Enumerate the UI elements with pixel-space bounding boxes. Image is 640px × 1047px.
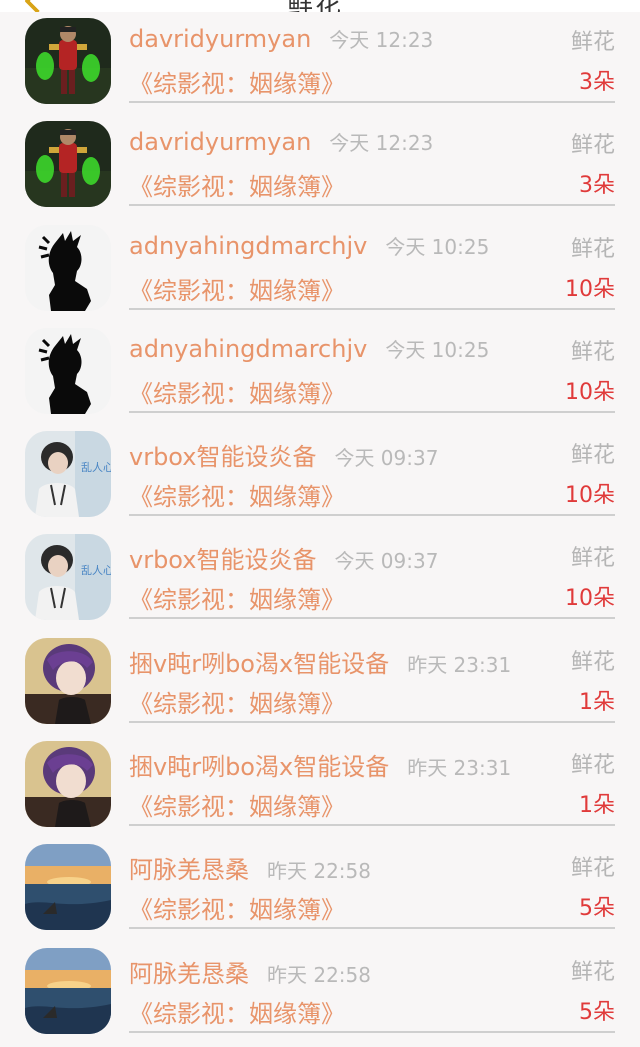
divider xyxy=(129,410,615,413)
divider xyxy=(129,101,615,103)
user-name[interactable]: 捆v盹r咧bo渴x智能设备 昨天 23:31 xyxy=(129,644,511,679)
divider xyxy=(129,307,615,310)
timestamp: 今天 10:25 xyxy=(385,234,490,259)
list-item[interactable]: 乱人心 vrbox智能设炎备 今天 09:37 鲜花 《综影视：姻缘簿》 10朵 xyxy=(0,530,640,633)
avatar[interactable] xyxy=(25,844,111,931)
book-title[interactable]: 《综影视：姻缘簿》 xyxy=(129,890,345,925)
list-item[interactable]: 捆v盹r咧bo渴x智能设备 昨天 23:31 鲜花 《综影视：姻缘簿》 1朵 xyxy=(0,634,640,737)
avatar[interactable] xyxy=(25,637,111,724)
book-title[interactable]: 《综影视：姻缘簿》 xyxy=(129,684,345,719)
list-item[interactable]: 乱人心 vrbox智能设炎备 今天 09:37 鲜花 《综影视：姻缘簿》 10朵 xyxy=(0,427,640,530)
page-title: 鲜花 xyxy=(287,0,343,12)
divider xyxy=(129,514,615,517)
flower-count: 3朵 xyxy=(579,173,615,199)
user-name[interactable]: adnyahingdmarchjv 今天 10:25 xyxy=(129,334,489,363)
gift-type-label: 鲜花 xyxy=(570,339,615,365)
gift-type-label: 鲜花 xyxy=(570,546,615,572)
gift-type-label: 鲜花 xyxy=(570,753,615,779)
avatar[interactable] xyxy=(25,224,111,311)
avatar[interactable]: 乱人心 xyxy=(25,431,111,518)
user-name[interactable]: adnyahingdmarchjv 今天 10:25 xyxy=(129,231,489,260)
back-arrow-icon[interactable] xyxy=(24,0,50,12)
gift-type-label: 鲜花 xyxy=(570,959,615,985)
book-title[interactable]: 《综影视：姻缘簿》 xyxy=(129,167,345,202)
avatar[interactable] xyxy=(25,18,111,104)
flower-count: 10朵 xyxy=(565,483,615,509)
user-name[interactable]: vrbox智能设炎备 今天 09:37 xyxy=(129,437,438,472)
user-name[interactable]: davridyurmyan 今天 12:23 xyxy=(129,24,433,53)
list-item[interactable]: adnyahingdmarchjv 今天 10:25 鲜花 《综影视：姻缘簿》 1… xyxy=(0,324,640,427)
timestamp: 昨天 22:58 xyxy=(267,962,371,987)
book-title[interactable]: 《综影视：姻缘簿》 xyxy=(129,994,345,1029)
divider xyxy=(129,204,615,207)
timestamp: 今天 10:25 xyxy=(385,337,490,362)
timestamp: 昨天 23:31 xyxy=(407,652,512,677)
timestamp: 今天 12:23 xyxy=(329,131,434,156)
flower-count: 5朵 xyxy=(579,999,615,1025)
avatar[interactable] xyxy=(25,741,111,828)
user-name[interactable]: davridyurmyan 今天 12:23 xyxy=(129,127,433,156)
divider xyxy=(129,927,615,930)
book-title[interactable]: 《综影视：姻缘簿》 xyxy=(129,580,345,615)
nav-bar: 鲜花 xyxy=(0,0,640,12)
book-title[interactable]: 《综影视：姻缘簿》 xyxy=(129,64,345,99)
list-item[interactable]: davridyurmyan 今天 12:23 鲜花 《综影视：姻缘簿》 3朵 xyxy=(0,117,640,220)
divider xyxy=(129,1030,615,1033)
flower-count: 1朵 xyxy=(579,689,615,715)
list-item[interactable]: davridyurmyan 今天 12:23 鲜花 《综影视：姻缘簿》 3朵 xyxy=(0,14,640,117)
gift-type-label: 鲜花 xyxy=(570,236,615,262)
flower-count: 3朵 xyxy=(579,70,615,95)
gift-type-label: 鲜花 xyxy=(570,133,615,159)
flower-count: 5朵 xyxy=(579,896,615,922)
gift-type-label: 鲜花 xyxy=(570,856,615,882)
flower-count: 1朵 xyxy=(579,793,615,819)
book-title[interactable]: 《综影视：姻缘簿》 xyxy=(129,374,345,409)
user-name[interactable]: 捆v盹r咧bo渴x智能设备 昨天 23:31 xyxy=(129,747,511,782)
list-item[interactable]: 阿脉羌恳桑 昨天 22:58 鲜花 《综影视：姻缘簿》 5朵 xyxy=(0,840,640,943)
timestamp: 昨天 22:58 xyxy=(267,859,371,884)
flower-count: 10朵 xyxy=(565,586,615,612)
timestamp: 今天 12:23 xyxy=(329,28,434,52)
flower-count: 10朵 xyxy=(565,276,615,302)
avatar[interactable] xyxy=(25,121,111,208)
list-item[interactable]: 阿脉羌恳桑 昨天 22:58 鲜花 《综影视：姻缘簿》 5朵 xyxy=(0,944,640,1047)
avatar[interactable]: 乱人心 xyxy=(25,534,111,621)
divider xyxy=(129,824,615,827)
book-title[interactable]: 《综影视：姻缘簿》 xyxy=(129,271,345,306)
book-title[interactable]: 《综影视：姻缘簿》 xyxy=(129,477,345,512)
list-item[interactable]: 捆v盹r咧bo渴x智能设备 昨天 23:31 鲜花 《综影视：姻缘簿》 1朵 xyxy=(0,737,640,840)
timestamp: 今天 09:37 xyxy=(334,446,439,471)
flower-count: 10朵 xyxy=(565,379,615,405)
gift-type-label: 鲜花 xyxy=(570,443,615,469)
flower-gift-list: davridyurmyan 今天 12:23 鲜花 《综影视：姻缘簿》 3朵 da… xyxy=(0,14,640,1047)
timestamp: 今天 09:37 xyxy=(334,549,439,574)
gift-type-label: 鲜花 xyxy=(570,649,615,675)
avatar[interactable] xyxy=(25,327,111,414)
divider xyxy=(129,720,615,723)
timestamp: 昨天 23:31 xyxy=(407,756,512,781)
user-name[interactable]: vrbox智能设炎备 今天 09:37 xyxy=(129,540,438,575)
avatar[interactable] xyxy=(25,947,111,1034)
user-name[interactable]: 阿脉羌恳桑 昨天 22:58 xyxy=(129,954,371,989)
divider xyxy=(129,617,615,620)
svg-text:乱人心: 乱人心 xyxy=(81,564,111,577)
list-item[interactable]: adnyahingdmarchjv 今天 10:25 鲜花 《综影视：姻缘簿》 1… xyxy=(0,221,640,324)
user-name[interactable]: 阿脉羌恳桑 昨天 22:58 xyxy=(129,850,371,885)
book-title[interactable]: 《综影视：姻缘簿》 xyxy=(129,787,345,822)
svg-text:乱人心: 乱人心 xyxy=(81,461,111,474)
gift-type-label: 鲜花 xyxy=(570,30,615,55)
